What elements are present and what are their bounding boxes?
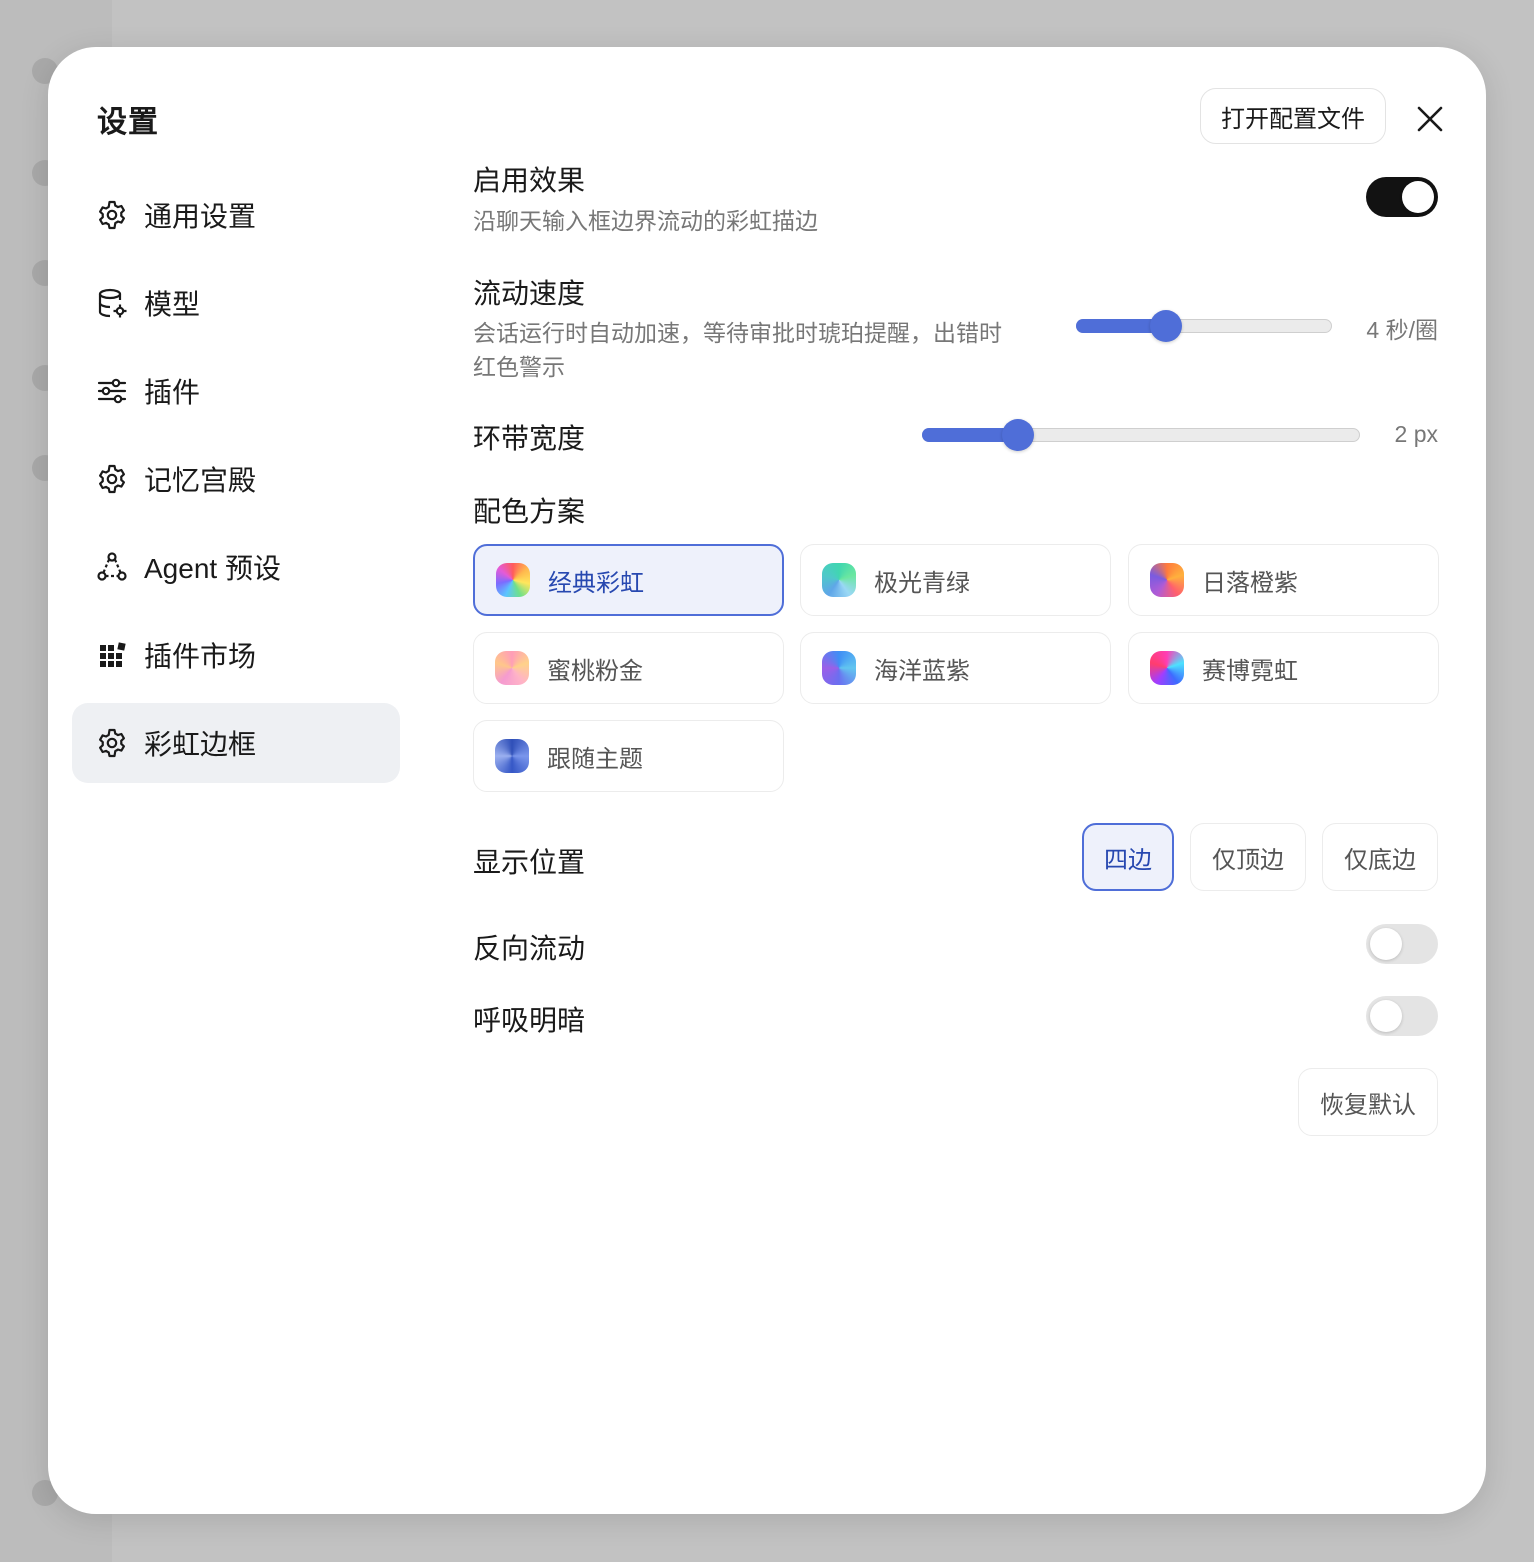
flow-speed-value: 4 秒/圈 — [1366, 317, 1438, 343]
color-scheme-title: 配色方案 — [473, 496, 586, 527]
scheme-option-label: 赛博霓虹 — [1202, 657, 1298, 685]
dialog-title: 设置 — [97, 106, 159, 139]
position-option-top-only[interactable]: 仅顶边 — [1190, 823, 1306, 891]
enable-effect-desc: 沿聊天输入框边界流动的彩虹描边 — [473, 208, 818, 234]
sliders-icon — [96, 375, 128, 407]
slider-thumb[interactable] — [1149, 310, 1182, 342]
ring-width-slider[interactable] — [922, 419, 1360, 451]
sidebar-item-plugins[interactable]: 插件 — [72, 351, 400, 431]
scheme-option-cyber-neon[interactable]: 赛博霓虹 — [1128, 632, 1439, 704]
scheme-option-label: 极光青绿 — [874, 569, 970, 597]
position-option-bottom-only[interactable]: 仅底边 — [1322, 823, 1438, 891]
gear-icon — [96, 199, 128, 231]
slider-thumb[interactable] — [1002, 419, 1035, 451]
sidebar-item-agent-presets[interactable]: Agent 预设 — [72, 527, 400, 607]
scheme-option-classic-rainbow[interactable]: 经典彩虹 — [473, 544, 784, 616]
ring-width-title: 环带宽度 — [473, 423, 586, 454]
grid-icon — [96, 639, 128, 671]
aurora-swatch-icon — [822, 563, 856, 597]
sidebar-item-rainbow-border[interactable]: 彩虹边框 — [72, 703, 400, 783]
gear-icon — [96, 727, 128, 759]
scheme-option-label: 日落橙紫 — [1202, 569, 1298, 597]
scheme-option-ocean-blue-purple[interactable]: 海洋蓝紫 — [800, 632, 1111, 704]
scheme-option-label: 海洋蓝紫 — [874, 657, 970, 685]
nodes-icon — [96, 551, 128, 583]
sidebar-item-label: 插件市场 — [144, 641, 257, 672]
enable-effect-title: 启用效果 — [473, 165, 586, 196]
settings-content: 启用效果 沿聊天输入框边界流动的彩虹描边 流动速度 会话运行时自动加速，等待审批… — [473, 47, 1439, 1514]
sidebar-item-label: 通用设置 — [144, 201, 257, 232]
rainbow-swatch-icon — [496, 563, 530, 597]
sidebar-item-plugin-market[interactable]: 插件市场 — [72, 615, 400, 695]
sunset-swatch-icon — [1150, 563, 1184, 597]
restore-defaults-button[interactable]: 恢复默认 — [1298, 1068, 1438, 1136]
database-icon — [96, 287, 128, 319]
toggle-knob — [1402, 181, 1434, 213]
scheme-option-label: 经典彩虹 — [548, 569, 644, 597]
display-position-title: 显示位置 — [473, 847, 586, 878]
flow-speed-title: 流动速度 — [473, 278, 586, 309]
sidebar-item-model[interactable]: 模型 — [72, 263, 400, 343]
sidebar-item-label: 记忆宫殿 — [144, 465, 257, 496]
toggle-knob — [1370, 928, 1402, 960]
sidebar-item-label: 彩虹边框 — [144, 729, 257, 760]
position-option-all-sides[interactable]: 四边 — [1082, 823, 1174, 891]
enable-effect-toggle[interactable] — [1366, 177, 1438, 217]
flow-speed-desc-line2: 红色警示 — [473, 354, 565, 380]
sidebar-item-memory-palace[interactable]: 记忆宫殿 — [72, 439, 400, 519]
flow-speed-slider[interactable] — [1076, 310, 1332, 342]
sidebar-item-label: 插件 — [144, 377, 201, 408]
reverse-flow-toggle[interactable] — [1366, 924, 1438, 964]
ring-width-value: 2 px — [1394, 421, 1438, 447]
ocean-swatch-icon — [822, 651, 856, 685]
sidebar-item-label: 模型 — [144, 289, 201, 320]
breathe-toggle[interactable] — [1366, 996, 1438, 1036]
sidebar-item-label: Agent 预设 — [144, 553, 281, 584]
scheme-option-sunset-orange-purple[interactable]: 日落橙紫 — [1128, 544, 1439, 616]
flow-speed-desc-line1: 会话运行时自动加速，等待审批时琥珀提醒，出错时 — [473, 320, 1002, 346]
sidebar-item-general[interactable]: 通用设置 — [72, 175, 400, 255]
settings-sidebar: 通用设置 模型 插件 记忆宫殿 Agent 预设 插件市场 彩虹边框 — [72, 175, 400, 791]
scheme-option-label: 跟随主题 — [547, 745, 643, 773]
gear-icon — [96, 463, 128, 495]
scheme-option-follow-theme[interactable]: 跟随主题 — [473, 720, 784, 792]
toggle-knob — [1370, 1000, 1402, 1032]
theme-swatch-icon — [495, 739, 529, 773]
scheme-option-aurora-teal[interactable]: 极光青绿 — [800, 544, 1111, 616]
reverse-flow-title: 反向流动 — [473, 933, 586, 964]
peach-swatch-icon — [495, 651, 529, 685]
scheme-option-peach-pink-gold[interactable]: 蜜桃粉金 — [473, 632, 784, 704]
scheme-option-label: 蜜桃粉金 — [547, 657, 643, 685]
neon-swatch-icon — [1150, 651, 1184, 685]
settings-dialog: 设置 打开配置文件 通用设置 模型 插件 记忆宫殿 Agent 预设 插件市场 … — [48, 47, 1486, 1514]
breathe-title: 呼吸明暗 — [473, 1005, 586, 1036]
